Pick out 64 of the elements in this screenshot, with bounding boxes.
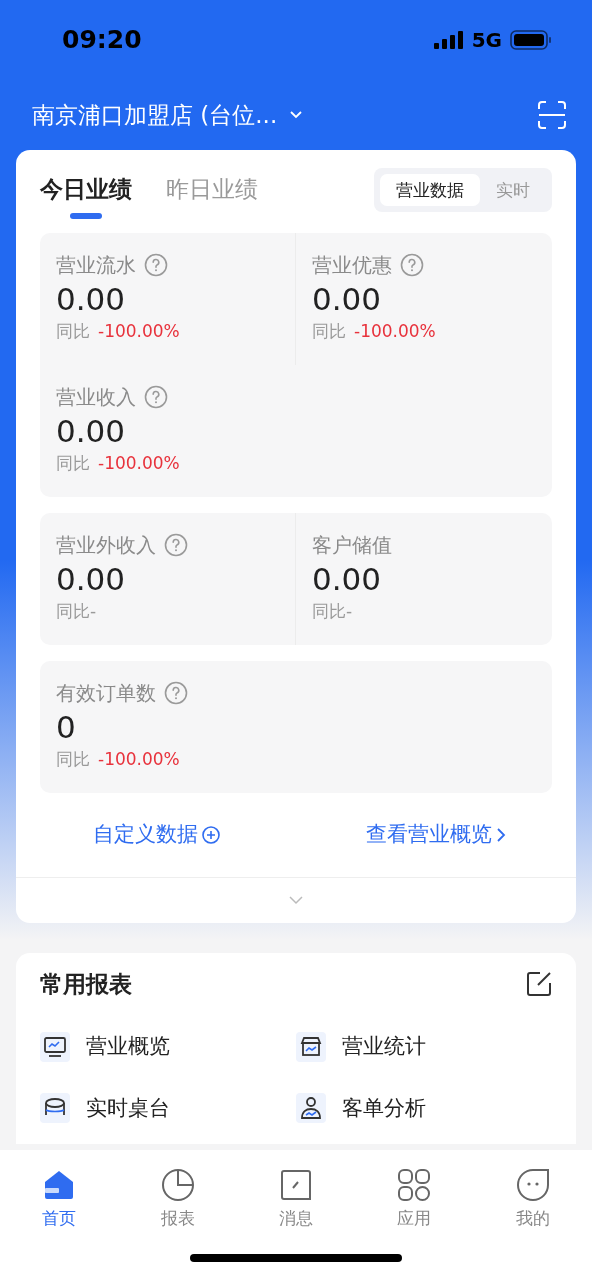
metric-value: 0.00 xyxy=(56,559,127,599)
compare-change: - xyxy=(346,599,353,623)
segment-tab[interactable]: 营业数据 xyxy=(380,174,480,207)
metric-value: 0.00 xyxy=(56,279,127,319)
compare-label: 同比 xyxy=(312,319,346,343)
compare-label: 同比 xyxy=(312,599,346,623)
metric-value: 0.00 xyxy=(56,411,127,451)
custom-data-link[interactable]: 自定义数据 xyxy=(16,818,296,851)
face-icon xyxy=(515,1168,550,1202)
expand-chevron-icon[interactable] xyxy=(289,895,303,905)
metric-label: 营业收入 xyxy=(56,383,136,411)
signal-icon xyxy=(433,31,464,49)
network-label: 5G xyxy=(471,27,502,54)
nav-tab[interactable]: 首页 xyxy=(0,1168,119,1232)
metric-label: 营业流水 xyxy=(56,251,136,279)
edit-icon[interactable] xyxy=(526,970,552,997)
report-item[interactable]: 营业概览 xyxy=(40,1031,296,1063)
chevron-right-icon xyxy=(496,826,506,843)
metric-value: 0.00 xyxy=(312,279,383,319)
metric-label: 营业外收入 xyxy=(56,531,156,559)
nav-tab[interactable]: 我的 xyxy=(473,1168,592,1232)
metric-label: 客户储值 xyxy=(312,531,392,559)
report-item[interactable]: 营业统计 xyxy=(296,1031,552,1063)
report-item[interactable]: 实时桌台 xyxy=(40,1092,296,1124)
period-tab[interactable]: 昨日业绩 xyxy=(166,172,258,219)
status-time: 09:20 xyxy=(62,24,142,57)
help-icon[interactable] xyxy=(164,680,188,705)
message-icon xyxy=(279,1168,313,1202)
store-icon xyxy=(296,1031,326,1062)
nav-tab[interactable]: 报表 xyxy=(118,1168,237,1232)
scan-icon[interactable] xyxy=(538,101,566,129)
monitor-icon xyxy=(40,1031,70,1062)
compare-change: - xyxy=(90,599,97,623)
metric-label: 营业优惠 xyxy=(312,251,392,279)
segment-tab[interactable]: 实时 xyxy=(480,174,546,207)
overview-link[interactable]: 查看营业概览 xyxy=(296,818,576,851)
compare-label: 同比 xyxy=(56,451,90,475)
reports-title: 常用报表 xyxy=(40,969,132,999)
compare-change: -100.00% xyxy=(98,747,180,771)
store-selector[interactable]: 南京浦口加盟店 (台位... xyxy=(32,97,304,133)
help-icon[interactable] xyxy=(164,532,188,557)
period-tab[interactable]: 今日业绩 xyxy=(40,172,132,219)
table-icon xyxy=(40,1093,70,1124)
help-icon[interactable] xyxy=(144,384,168,409)
compare-label: 同比 xyxy=(56,747,90,771)
nav-tab[interactable]: 应用 xyxy=(355,1168,474,1232)
chevron-down-icon xyxy=(289,110,304,120)
metric-label: 有效订单数 xyxy=(56,679,156,707)
help-icon[interactable] xyxy=(400,252,424,277)
compare-change: -100.00% xyxy=(98,451,180,475)
nav-tab[interactable]: 消息 xyxy=(236,1168,356,1232)
person-icon xyxy=(296,1093,326,1124)
battery-icon xyxy=(510,30,552,50)
help-icon[interactable] xyxy=(144,252,168,277)
compare-change: -100.00% xyxy=(98,319,180,343)
compare-label: 同比 xyxy=(56,599,90,623)
compare-change: -100.00% xyxy=(354,319,436,343)
metric-value: 0 xyxy=(56,707,77,747)
metric-value: 0.00 xyxy=(312,559,383,599)
pie-chart-icon xyxy=(160,1168,195,1202)
compare-label: 同比 xyxy=(56,319,90,343)
apps-icon xyxy=(397,1168,432,1202)
report-item[interactable]: 客单分析 xyxy=(296,1092,552,1124)
plus-circle-icon xyxy=(201,825,220,844)
